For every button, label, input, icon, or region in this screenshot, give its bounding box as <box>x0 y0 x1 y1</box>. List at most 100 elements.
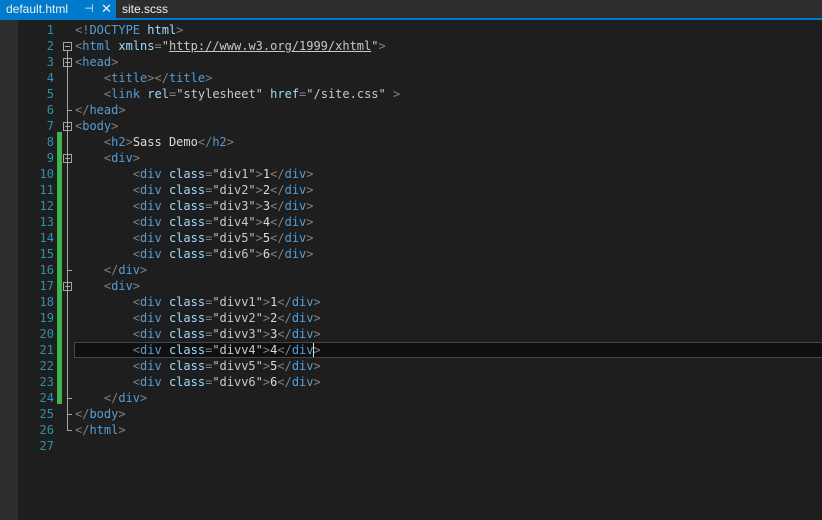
tab-site-scss[interactable]: site.scss <box>116 0 176 18</box>
code-token: class <box>168 231 206 245</box>
code-token: div <box>140 327 162 341</box>
code-token: class <box>168 343 206 357</box>
tab-label: default.html <box>6 2 69 16</box>
code-line[interactable]: 8 <h2>Sass Demo</h2> <box>0 134 822 150</box>
code-text: <div> <box>75 278 140 294</box>
code-line[interactable]: 1 <!DOCTYPE html> <box>0 22 822 38</box>
code-token: div <box>291 311 314 325</box>
code-line[interactable]: 23 <div class="divv6">6</div> <box>0 374 822 390</box>
code-token: "div1" <box>212 167 256 181</box>
code-line[interactable]: 15 <div class="div6">6</div> <box>0 246 822 262</box>
code-token: "div3" <box>212 199 256 213</box>
code-line[interactable]: 7 <body> <box>0 118 822 134</box>
line-number: 15 <box>39 247 54 261</box>
line-number: 6 <box>46 103 54 117</box>
code-line[interactable]: 26 </html> <box>0 422 822 438</box>
code-editor[interactable]: 1 <!DOCTYPE html> 2 <html xmlns="http://www… <box>0 20 822 520</box>
code-token: class <box>168 295 206 309</box>
code-token: < <box>132 167 141 181</box>
code-token: > <box>306 231 314 245</box>
code-line[interactable]: 20 <div class="divv3">3</div> <box>0 326 822 342</box>
code-token: > <box>306 167 314 181</box>
line-number: 5 <box>46 87 54 101</box>
code-line[interactable]: 27 <box>0 438 822 454</box>
code-line[interactable]: 24 </div> <box>0 390 822 406</box>
code-token: < <box>132 311 141 325</box>
code-token: div <box>140 215 162 229</box>
code-token: </ <box>270 247 285 261</box>
code-token: div <box>140 199 162 213</box>
code-token: div <box>118 263 141 277</box>
code-token: div <box>140 167 162 181</box>
code-line[interactable]: 10 <div class="div1">1</div> <box>0 166 822 182</box>
line-number: 25 <box>39 407 54 421</box>
code-token: > <box>306 183 314 197</box>
code-token: > <box>306 199 314 213</box>
code-line[interactable]: 12 <div class="div3">3</div> <box>0 198 822 214</box>
code-line[interactable]: 22 <div class="divv5">5</div> <box>0 358 822 374</box>
collapse-icon[interactable] <box>63 42 72 51</box>
code-token: " <box>371 39 379 53</box>
code-text: <html xmlns="http://www.w3.org/1999/xhtm… <box>75 38 386 54</box>
code-line[interactable]: 19 <div class="divv2">2</div> <box>0 310 822 326</box>
code-text: <link rel="stylesheet" href="/site.css" … <box>75 86 400 102</box>
code-line[interactable]: 14 <div class="div5">5</div> <box>0 230 822 246</box>
code-line[interactable]: 21 <div class="divv4">4</div> <box>0 342 822 358</box>
code-token: </ <box>277 359 292 373</box>
code-line[interactable]: 18 <div class="divv1">1</div> <box>0 294 822 310</box>
code-line[interactable]: 11 <div class="div2">2</div> <box>0 182 822 198</box>
code-token: xmlns <box>118 39 155 53</box>
code-text: </div> <box>75 390 147 406</box>
code-line[interactable]: 25 </body> <box>0 406 822 422</box>
tab-default-html[interactable]: default.html ⊣ ✕ <box>0 0 116 18</box>
code-token: > <box>255 167 263 181</box>
code-token: < <box>132 247 141 261</box>
close-icon[interactable]: ✕ <box>101 0 112 18</box>
code-token: </ <box>270 215 285 229</box>
code-token: < <box>132 199 141 213</box>
code-text: <div class="div5">5</div> <box>75 230 314 246</box>
code-token: div <box>284 167 307 181</box>
line-number: 21 <box>39 343 54 357</box>
code-token: body <box>82 119 112 133</box>
fold-guide <box>67 51 68 430</box>
code-token: > <box>226 135 234 149</box>
code-line[interactable]: 6 </head> <box>0 102 822 118</box>
code-text: <div class="div2">2</div> <box>75 182 314 198</box>
code-token: </ <box>270 199 285 213</box>
code-line[interactable]: 2 <html xmlns="http://www.w3.org/1999/xht… <box>0 38 822 54</box>
line-number: 24 <box>39 391 54 405</box>
code-token: "divv2" <box>212 311 263 325</box>
line-number: 11 <box>39 183 54 197</box>
code-line[interactable]: 9 <div> <box>0 150 822 166</box>
code-token: head <box>89 103 119 117</box>
code-token: > <box>111 55 119 69</box>
code-token: > <box>118 407 126 421</box>
code-line[interactable]: 4 <title></title> <box>0 70 822 86</box>
code-token: </ <box>103 391 119 405</box>
code-token: title <box>111 71 148 85</box>
code-line[interactable]: 5 <link rel="stylesheet" href="/site.css… <box>0 86 822 102</box>
code-token: div <box>140 375 162 389</box>
code-token: div <box>140 359 162 373</box>
code-token: </ <box>270 183 285 197</box>
code-token: href <box>270 87 300 101</box>
code-line[interactable]: 16 </div> <box>0 262 822 278</box>
line-number: 16 <box>39 263 54 277</box>
code-line[interactable]: 17 <div> <box>0 278 822 294</box>
code-token: body <box>89 407 119 421</box>
code-line[interactable]: 13 <div class="div4">4</div> <box>0 214 822 230</box>
code-line[interactable]: 3 <head> <box>0 54 822 70</box>
code-token: < <box>132 183 141 197</box>
pin-icon[interactable]: ⊣ <box>84 0 94 18</box>
code-token: < <box>132 215 141 229</box>
